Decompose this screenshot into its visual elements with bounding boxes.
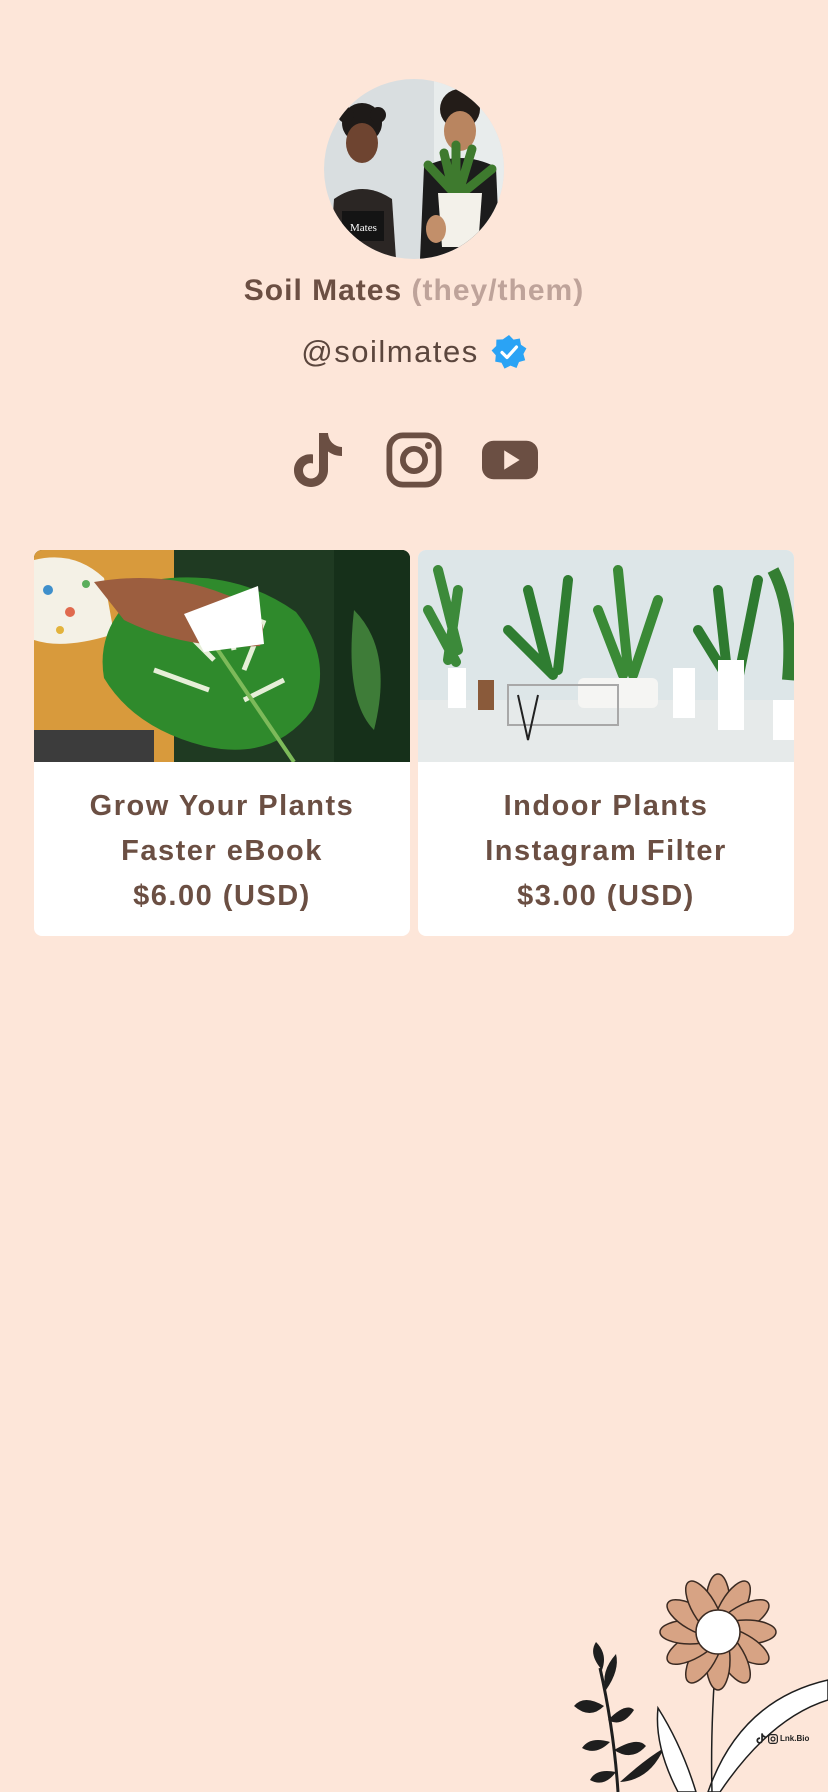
- product-image-indoor-plants: [418, 550, 794, 762]
- instagram-icon: [768, 1733, 778, 1744]
- product-price: $3.00 (USD): [517, 880, 695, 912]
- product-title-line1: Indoor Plants: [503, 790, 709, 822]
- product-card-text: Grow Your Plants Faster eBook $6.00 (USD…: [34, 762, 410, 919]
- product-title-line2: Instagram Filter: [485, 835, 727, 867]
- youtube-link[interactable]: [482, 428, 538, 492]
- instagram-link[interactable]: [386, 428, 442, 492]
- svg-text:Mates: Mates: [350, 222, 377, 234]
- profile-handle: @soilmates: [301, 334, 479, 369]
- profile-name-row: Soil Mates (they/them): [0, 274, 828, 308]
- social-links: [0, 428, 828, 492]
- profile-avatar: Mates: [324, 79, 504, 259]
- product-image-monstera: [34, 550, 410, 762]
- tiktok-icon: [294, 433, 342, 487]
- footer-brand-label: Lnk.Bio: [780, 1734, 810, 1743]
- instagram-icon: [386, 432, 442, 488]
- verified-badge-icon: [491, 334, 527, 370]
- profile-handle-row: @soilmates: [0, 334, 828, 370]
- youtube-icon: [482, 440, 538, 480]
- product-card-filter[interactable]: Indoor Plants Instagram Filter $3.00 (US…: [418, 550, 794, 936]
- product-price: $6.00 (USD): [133, 880, 311, 912]
- product-card-text: Indoor Plants Instagram Filter $3.00 (US…: [418, 762, 794, 919]
- product-card-ebook[interactable]: Grow Your Plants Faster eBook $6.00 (USD…: [34, 550, 410, 936]
- product-title-line1: Grow Your Plants: [89, 790, 355, 822]
- profile-pronouns: (they/them): [411, 274, 585, 307]
- tiktok-link[interactable]: [290, 428, 346, 492]
- footer-brand-link[interactable]: Lnk.Bio: [756, 1733, 809, 1744]
- tiktok-icon: [756, 1733, 766, 1744]
- product-title-line2: Faster eBook: [121, 835, 323, 867]
- profile-name: Soil Mates: [243, 274, 403, 307]
- flower-illustration: [574, 1573, 828, 1792]
